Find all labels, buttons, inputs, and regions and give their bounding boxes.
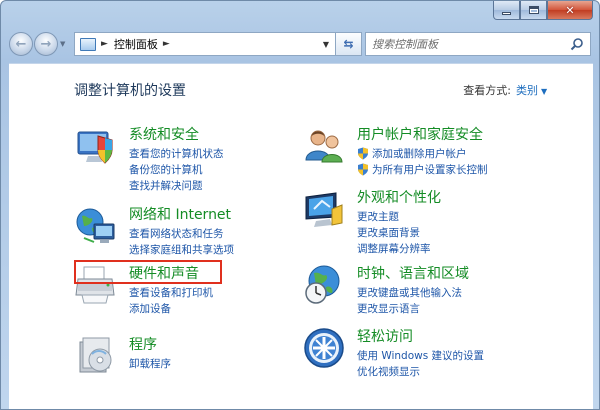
breadcrumb-chevron-icon[interactable]: ► [163,39,170,49]
link-recommended-settings[interactable]: 使用 Windows 建议的设置 [357,347,484,363]
uac-shield-icon [358,163,368,175]
link-view-computer-status[interactable]: 查看您的计算机状态 [129,145,224,161]
view-by-dropdown[interactable]: 类别 ▼ [516,82,547,98]
navigation-bar: ← → ▼ ► 控制面板 ► ▼ ⇆ [9,29,591,59]
display-icon[interactable] [302,187,346,231]
link-change-theme[interactable]: 更改主题 [357,208,431,224]
search-box[interactable] [365,32,591,56]
link-uninstall-program[interactable]: 卸载程序 [129,355,171,371]
minimize-button[interactable] [493,1,520,20]
category-title[interactable]: 网络和 Internet [129,204,231,224]
maximize-button[interactable] [520,1,547,20]
category-title[interactable]: 轻松访问 [357,326,413,346]
address-bar[interactable]: ► 控制面板 ► ▼ [74,32,336,56]
recent-pages-dropdown[interactable]: ▼ [60,40,70,48]
category-title[interactable]: 系统和安全 [129,124,199,144]
link-change-background[interactable]: 更改桌面背景 [357,224,431,240]
back-arrow-icon: ← [15,36,27,52]
breadcrumb-control-panel[interactable]: 控制面板 [114,36,158,52]
link-text[interactable]: 为所有用户设置家长控制 [372,162,488,177]
shield-computer-icon[interactable] [74,124,118,168]
category-title[interactable]: 时钟、语言和区域 [357,263,469,283]
link-find-fix-problems[interactable]: 查找并解决问题 [129,177,224,193]
ease-of-access-icon[interactable] [302,326,346,370]
link-view-network-status[interactable]: 查看网络状态和任务 [129,225,234,241]
caption-buttons: ✕ [493,1,593,20]
minimize-icon [502,12,511,15]
control-panel-icon [80,37,96,51]
highlight-box [74,260,222,284]
programs-disc-icon[interactable] [74,334,118,378]
chevron-down-icon: ▼ [541,87,548,96]
content-area: 调整计算机的设置 查看方式: 类别 ▼ 系统和安全 查看您的计算机状态 备份您的计… [9,63,593,409]
maximize-icon [528,6,539,14]
link-add-remove-accounts[interactable]: 添加或删除用户帐户 [357,145,488,161]
view-by-label: 查看方式: [463,84,511,97]
category-title[interactable]: 外观和个性化 [357,187,441,207]
users-icon[interactable] [302,124,346,168]
close-button[interactable]: ✕ [547,1,593,20]
network-globe-icon[interactable] [74,204,118,248]
refresh-icon: ⇆ [343,37,354,51]
link-view-devices-printers[interactable]: 查看设备和打印机 [129,284,213,300]
refresh-button[interactable]: ⇆ [336,32,362,56]
link-backup-computer[interactable]: 备份您的计算机 [129,161,224,177]
page-title: 调整计算机的设置 [74,83,186,99]
control-panel-window: ✕ ← → ▼ ► 控制面板 ► ▼ ⇆ 调整计算机的设置 查看方式: 类别▼ [0,0,600,410]
link-change-display-language[interactable]: 更改显示语言 [357,300,462,316]
link-text[interactable]: 添加或删除用户帐户 [372,146,467,161]
close-icon: ✕ [565,3,575,17]
link-change-input-method[interactable]: 更改键盘或其他输入法 [357,284,462,300]
back-button[interactable]: ← [9,32,33,56]
link-parental-controls[interactable]: 为所有用户设置家长控制 [357,161,488,177]
uac-shield-icon [358,147,368,159]
link-homegroup-sharing[interactable]: 选择家庭组和共享选项 [129,241,234,257]
search-icon[interactable] [570,37,584,51]
forward-arrow-icon: → [40,36,52,52]
category-title[interactable]: 程序 [129,334,157,354]
link-add-device[interactable]: 添加设备 [129,300,213,316]
search-input[interactable] [372,37,552,51]
view-by-value[interactable]: 类别 [516,84,538,97]
address-dropdown-icon[interactable]: ▼ [317,33,335,55]
link-optimize-display[interactable]: 优化视频显示 [357,363,484,379]
breadcrumb-chevron-icon[interactable]: ► [101,39,108,49]
link-screen-resolution[interactable]: 调整屏幕分辨率 [357,240,431,256]
category-title[interactable]: 用户帐户和家庭安全 [357,124,483,144]
forward-button[interactable]: → [34,32,58,56]
clock-globe-icon[interactable] [302,263,346,307]
